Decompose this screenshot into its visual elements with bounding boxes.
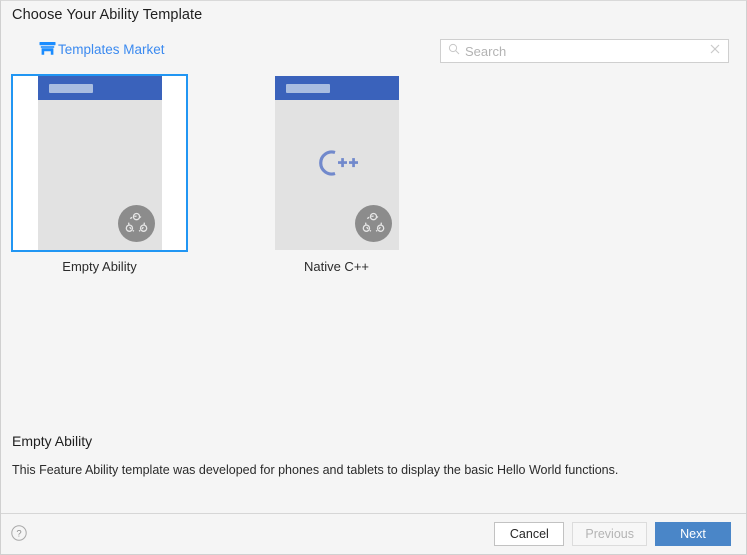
shop-icon [39,41,56,57]
search-box[interactable] [440,39,729,63]
template-wizard-dialog: Choose Your Ability Template Templates M… [0,0,747,555]
template-thumbnail-frame [11,74,188,252]
search-input[interactable] [460,40,708,62]
phone-title-placeholder [285,84,330,93]
template-card-empty-ability[interactable]: Empty Ability [11,74,188,274]
previous-button: Previous [572,522,647,546]
phone-mockup [37,76,162,250]
phone-mockup [274,76,399,250]
harmony-ability-icon [117,205,155,242]
phone-status-bar [37,76,162,100]
template-label: Native C++ [303,259,370,274]
template-thumbnail-frame [248,74,425,252]
close-icon[interactable] [708,42,722,61]
templates-market-label: Templates Market [58,41,165,57]
svg-text:?: ? [16,529,21,540]
template-card-native-cpp[interactable]: Native C++ [248,74,425,274]
template-label: Empty Ability [62,259,137,274]
templates-market-link[interactable]: Templates Market [39,41,165,57]
template-grid: Empty Ability Native C++ [8,74,739,404]
dialog-footer: ? Cancel Previous Next [1,514,746,554]
description-title: Empty Ability [12,433,93,449]
phone-status-bar [274,76,399,100]
cancel-button[interactable]: Cancel [494,522,565,546]
help-icon[interactable]: ? [11,525,27,541]
page-title: Choose Your Ability Template [12,7,203,23]
phone-title-placeholder [48,84,93,93]
template-description: Empty Ability This Feature Ability templ… [12,433,735,480]
description-text: This Feature Ability template was develo… [12,463,619,477]
footer-buttons: Cancel Previous Next [494,522,731,546]
search-icon [448,42,460,60]
cpp-logo-icon [275,146,399,180]
harmony-ability-icon [354,205,392,242]
next-button[interactable]: Next [655,522,731,546]
